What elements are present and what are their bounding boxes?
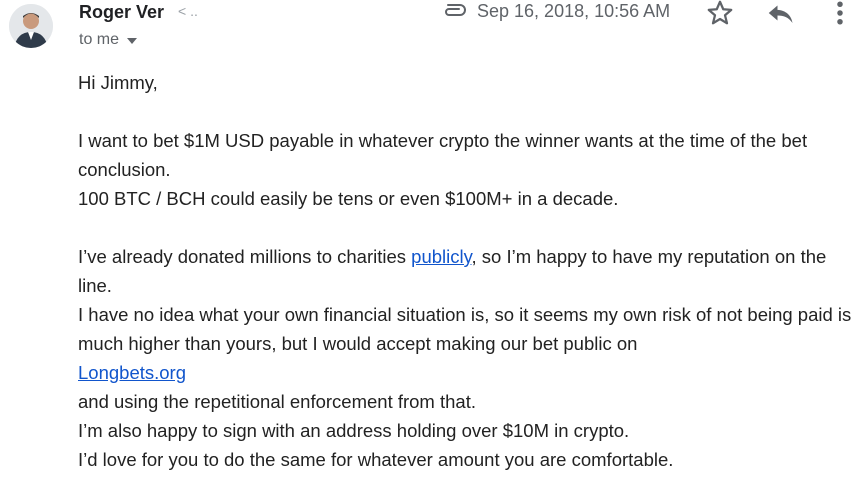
paragraph-1-line-1: I want to bet $1M USD payable in whateve…: [78, 130, 808, 180]
longbets-link[interactable]: Longbets.org: [78, 362, 186, 383]
sender-address: < ..: [178, 3, 198, 19]
recipient-line[interactable]: to me: [79, 31, 138, 49]
paragraph-1-line-2: 100 BTC / BCH could easily be tens or ev…: [78, 188, 619, 209]
star-icon[interactable]: [705, 0, 735, 33]
paragraph-3-line-4: I’d love for you to do the same for what…: [78, 449, 674, 470]
message-body: Hi Jimmy, I want to bet $1M USD payable …: [78, 68, 858, 474]
message-date: Sep 16, 2018, 10:56 AM: [477, 1, 671, 21]
paragraph-3-line-3: I’m also happy to sign with an address h…: [78, 420, 630, 441]
sender-name[interactable]: Roger Ver: [79, 2, 164, 23]
paragraph-3-line-1: I have no idea what your own financial s…: [78, 304, 852, 354]
greeting: Hi Jimmy,: [78, 72, 158, 93]
chevron-down-icon[interactable]: [127, 38, 138, 44]
recipient-label: to me: [79, 31, 120, 48]
paragraph-2: I’ve already donated millions to chariti…: [78, 242, 858, 300]
paragraph-2-before-link: I’ve already donated millions to chariti…: [78, 246, 412, 267]
paperclip-icon: [441, 2, 467, 23]
sender-avatar[interactable]: [9, 4, 53, 48]
paragraph-3-link-line: Longbets.org: [78, 358, 858, 387]
paragraph-3-line-2: and using the repetitional enforcement f…: [78, 391, 476, 412]
reply-icon[interactable]: [765, 0, 795, 31]
publicly-link[interactable]: publicly: [411, 246, 471, 267]
more-vert-icon[interactable]: [830, 0, 850, 33]
